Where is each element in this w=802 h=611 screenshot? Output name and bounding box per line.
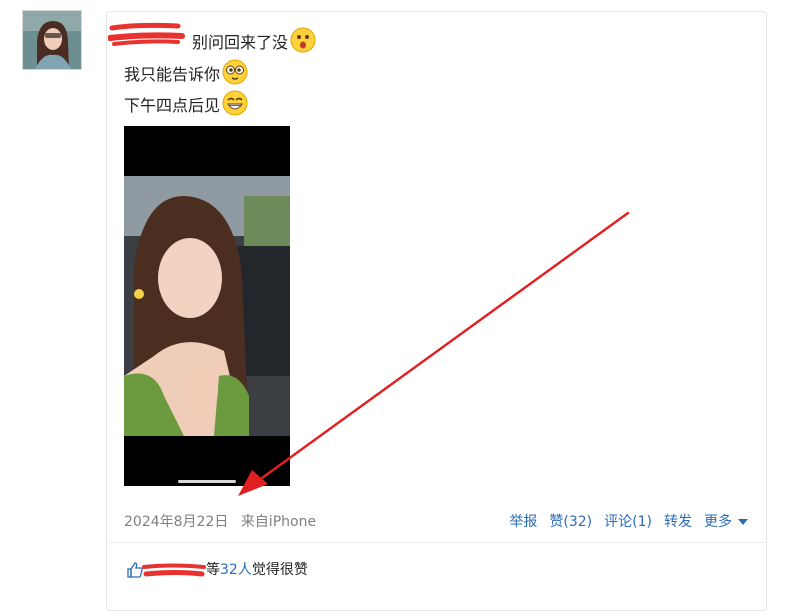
section-divider [107, 542, 766, 543]
likes-count-link[interactable]: 32人 [220, 560, 252, 580]
post-line-2: 我只能告诉你 [124, 59, 248, 91]
post-text-line-3: 下午四点后见 [124, 96, 221, 115]
post-line-3: 下午四点后见 [124, 90, 248, 122]
likes-suffix: 觉得很赞 [251, 562, 308, 578]
likes-prefix: 等 [206, 562, 220, 578]
post-actions: 举报 赞(32) 评论(1) 转发 更多 [509, 512, 750, 532]
post-text-line-1: 别问回来了没 [192, 33, 289, 52]
comment-link[interactable]: 评论(1) [604, 512, 652, 532]
surprised-face-icon [290, 27, 316, 59]
post-date-link[interactable]: 2024年8月22日 [124, 514, 228, 530]
post-source: 来自iPhone [240, 514, 317, 530]
likes-summary: 等 32人 觉得很赞 [126, 560, 308, 580]
more-link[interactable]: 更多 [704, 512, 750, 532]
thumbs-up-icon [127, 562, 143, 578]
post-photo[interactable] [124, 126, 290, 486]
dizzy-eyes-icon [222, 59, 248, 91]
post-line-1: 别问回来了没 [192, 27, 316, 59]
photo-image [124, 126, 290, 486]
post-meta: 2024年8月22日 来自iPhone [124, 512, 316, 532]
like-link[interactable]: 赞(32) [549, 512, 592, 532]
avatar[interactable] [22, 10, 82, 70]
report-link[interactable]: 举报 [509, 512, 537, 532]
post-text-line-2: 我只能告诉你 [124, 65, 221, 84]
more-label: 更多 [704, 514, 732, 530]
caret-down-icon [738, 519, 748, 525]
grinning-face-icon [222, 90, 248, 122]
avatar-image [23, 11, 81, 69]
repost-link[interactable]: 转发 [664, 512, 692, 532]
